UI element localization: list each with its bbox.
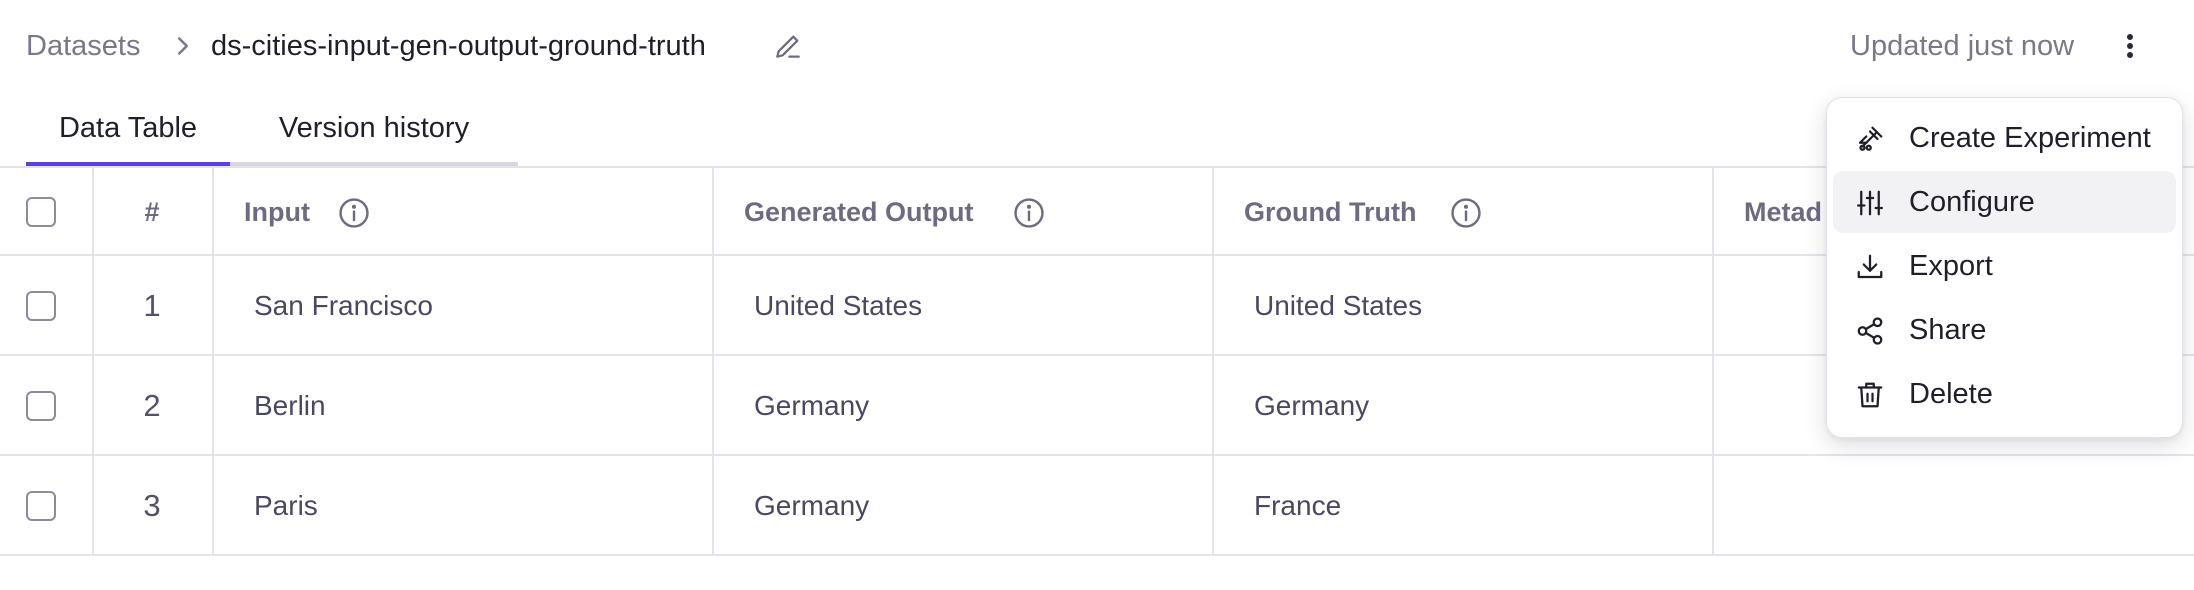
- column-divider: [1712, 168, 1714, 556]
- flask-icon: [1858, 126, 1883, 151]
- info-icon[interactable]: [337, 196, 371, 230]
- actions-menu: Create Experiment Configure Export Share…: [1826, 97, 2183, 438]
- row-checkbox[interactable]: [26, 491, 56, 521]
- column-divider: [92, 168, 94, 556]
- cell-ground-truth: France: [1254, 490, 1342, 521]
- menu-item-share[interactable]: Share: [1833, 299, 2176, 361]
- sliders-icon: [1857, 190, 1883, 216]
- column-header-metadata[interactable]: Metad: [1744, 193, 1822, 231]
- cell-input: San Francisco: [254, 290, 433, 321]
- menu-item-configure[interactable]: Configure: [1833, 171, 2176, 233]
- row-index: 3: [143, 488, 161, 523]
- download-icon: [1857, 254, 1883, 279]
- dataset-name: ds-cities-input-gen-output-ground-truth: [211, 30, 706, 62]
- info-icon[interactable]: [1012, 196, 1046, 230]
- menu-item-label: Share: [1909, 314, 1987, 346]
- tab-version-history[interactable]: Version history: [230, 106, 518, 166]
- column-divider: [212, 168, 214, 556]
- column-header-index: #: [144, 197, 160, 227]
- menu-item-create-experiment[interactable]: Create Experiment: [1833, 107, 2176, 169]
- table-row[interactable]: 3 Paris Germany France: [0, 456, 2194, 556]
- column-header-input[interactable]: Input: [244, 193, 310, 231]
- updated-status: Updated just now: [1850, 30, 2075, 62]
- more-vertical-icon[interactable]: [2110, 22, 2150, 70]
- menu-item-label: Export: [1909, 250, 1993, 282]
- cell-generated-output: Germany: [754, 390, 870, 421]
- select-all-checkbox[interactable]: [26, 197, 56, 227]
- trash-icon: [1857, 382, 1883, 408]
- share-icon: [1857, 317, 1883, 345]
- menu-item-label: Delete: [1909, 378, 1993, 410]
- row-checkbox[interactable]: [26, 391, 56, 421]
- chevron-right-icon: [178, 37, 188, 55]
- pencil-icon[interactable]: [772, 30, 804, 62]
- column-header-generated-output[interactable]: Generated Output: [744, 193, 974, 231]
- column-divider: [712, 168, 714, 556]
- row-index: 2: [143, 388, 161, 423]
- header: Datasets ds-cities-input-gen-output-grou…: [0, 0, 2194, 92]
- info-icon[interactable]: [1449, 196, 1483, 230]
- menu-item-label: Create Experiment: [1909, 122, 2151, 154]
- column-divider: [1212, 168, 1214, 556]
- cell-ground-truth: Germany: [1254, 390, 1370, 421]
- menu-item-label: Configure: [1909, 186, 2035, 218]
- row-checkbox[interactable]: [26, 291, 56, 321]
- breadcrumb-datasets-link[interactable]: Datasets: [26, 26, 140, 66]
- cell-generated-output: United States: [754, 290, 923, 321]
- cell-input: Berlin: [254, 390, 326, 421]
- cell-input: Paris: [254, 490, 318, 521]
- cell-ground-truth: United States: [1254, 290, 1423, 321]
- column-header-ground-truth[interactable]: Ground Truth: [1244, 193, 1416, 231]
- menu-item-export[interactable]: Export: [1833, 235, 2176, 297]
- tab-data-table[interactable]: Data Table: [26, 106, 230, 166]
- cell-generated-output: Germany: [754, 490, 870, 521]
- menu-item-delete[interactable]: Delete: [1833, 363, 2176, 425]
- row-index: 1: [143, 288, 161, 323]
